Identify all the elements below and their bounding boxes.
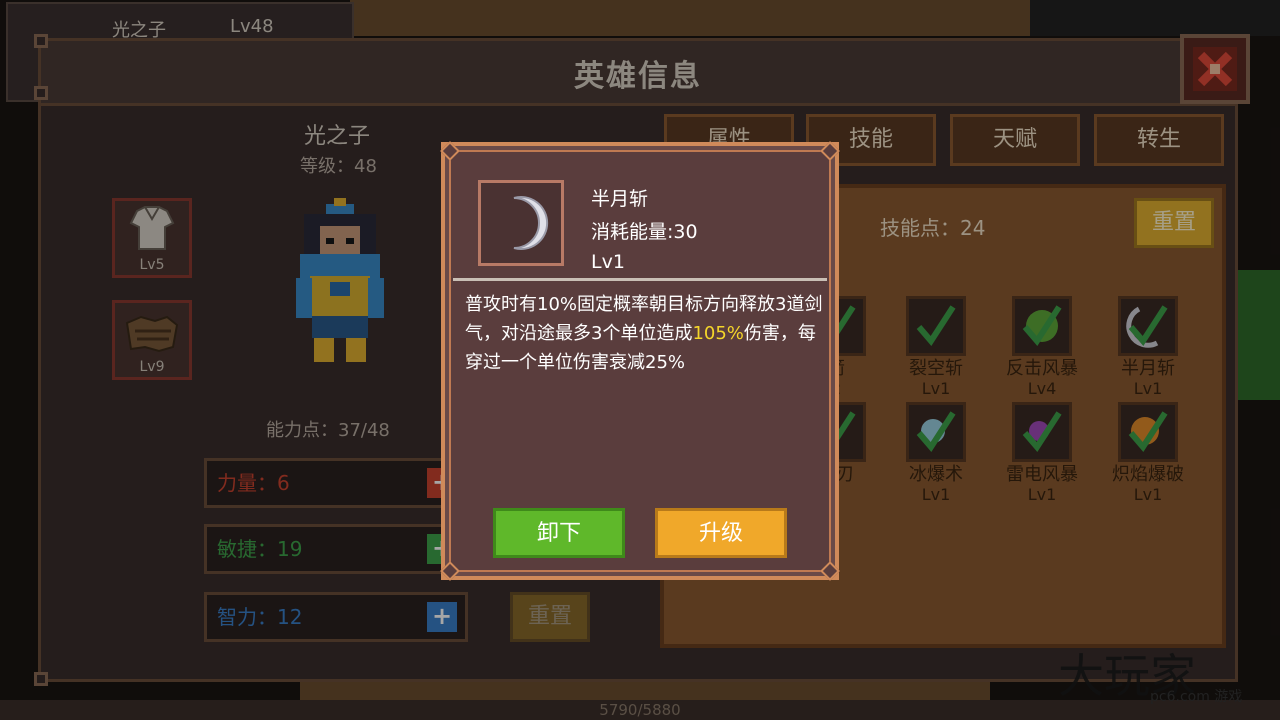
popup-header: 半月斩 消耗能量:30 Lv1 [453, 154, 827, 278]
upgrade-button[interactable]: 升级 [655, 508, 787, 558]
desc-highlight: 105% [692, 323, 744, 344]
divider [453, 278, 827, 281]
popup-skill-cost: 消耗能量:30 [591, 221, 698, 243]
popup-corner [820, 561, 840, 581]
popup-skill-name: 半月斩 [591, 188, 649, 210]
watermark-sub: pc6.com 游戏 [1150, 689, 1243, 705]
crescent-moon-icon [513, 196, 549, 250]
popup-corner [440, 561, 460, 581]
skill-description: 普攻时有10%固定概率朝目标方向释放3道剑气，对沿途最多3个单位造成105%伤害… [465, 290, 825, 377]
skill-icon-frame [478, 180, 564, 266]
unequip-button[interactable]: 卸下 [493, 508, 625, 558]
popup-skill-level: Lv1 [591, 251, 625, 273]
skill-detail-popup: 半月斩 消耗能量:30 Lv1 普攻时有10%固定概率朝目标方向释放3道剑气，对… [440, 141, 840, 581]
